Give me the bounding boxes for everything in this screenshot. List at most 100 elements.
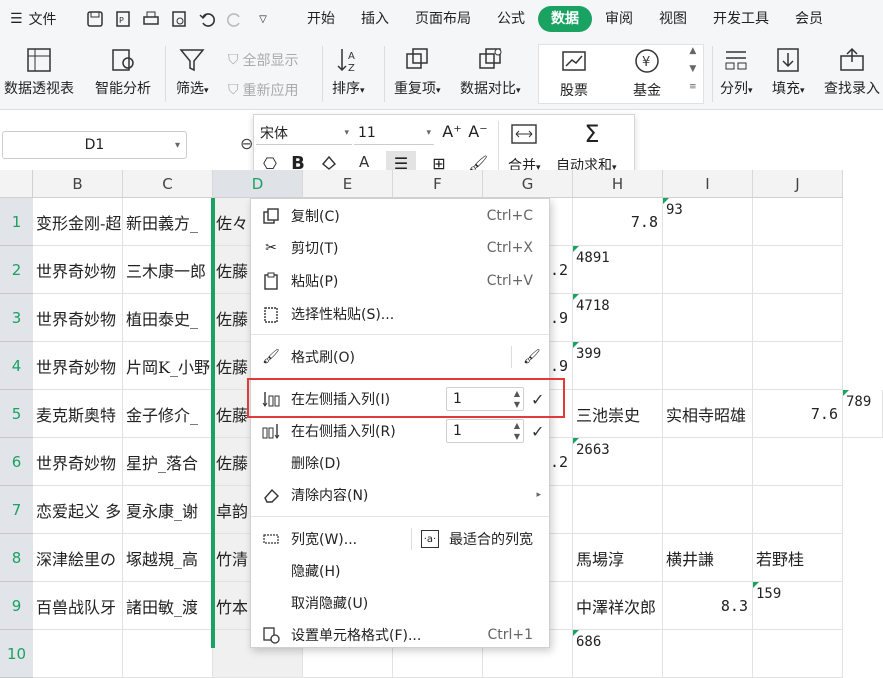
- chevron-up-icon[interactable]: ▲: [514, 388, 520, 399]
- column-header-g[interactable]: G: [483, 170, 573, 198]
- menu-clear-contents[interactable]: 清除内容(N) ▸: [251, 479, 549, 511]
- cell-b4[interactable]: 世界奇妙物: [33, 342, 123, 390]
- cell-j9[interactable]: 159: [753, 582, 843, 630]
- name-box[interactable]: D1 ▾: [2, 131, 187, 159]
- confirm-check-icon[interactable]: ✓: [531, 390, 544, 409]
- cell-c6[interactable]: 星护_落合: [123, 438, 213, 486]
- row-header-2[interactable]: 2: [0, 246, 33, 294]
- column-header-j[interactable]: J: [753, 170, 843, 198]
- cell-h2[interactable]: 4891: [573, 246, 663, 294]
- cell-j6[interactable]: [753, 438, 843, 486]
- cell-c5[interactable]: 金子修介_: [123, 390, 213, 438]
- menu-paste-special[interactable]: 选择性粘贴(S)...: [251, 298, 549, 330]
- cell-b10[interactable]: [33, 630, 123, 678]
- cell-h5[interactable]: 三池崇史: [573, 390, 663, 438]
- column-header-f[interactable]: F: [393, 170, 483, 198]
- cell-h10[interactable]: 686: [573, 630, 663, 678]
- sort-button[interactable]: AZ 排序▾: [332, 44, 365, 98]
- cell-c4[interactable]: 片岡K_小野: [123, 342, 213, 390]
- tab-data[interactable]: 数据: [538, 6, 592, 32]
- cell-j3[interactable]: [753, 294, 843, 342]
- menu-best-fit-width[interactable]: 最适合的列宽: [449, 529, 533, 549]
- insert-right-count-input[interactable]: 1 ▲ ▼: [446, 419, 524, 443]
- cell-h3[interactable]: 4718: [573, 294, 663, 342]
- merge-icon[interactable]: [508, 121, 540, 147]
- cell-b6[interactable]: 世界奇妙物: [33, 438, 123, 486]
- tab-review[interactable]: 审阅: [592, 6, 646, 32]
- cell-c1[interactable]: 新田義方_: [123, 198, 213, 246]
- chevron-down-icon[interactable]: ▼: [514, 431, 520, 442]
- increase-font-icon[interactable]: A⁺: [440, 119, 464, 143]
- row-header-10[interactable]: 10: [0, 630, 33, 678]
- menu-hide[interactable]: 隐藏(H): [251, 555, 549, 587]
- chevron-up-icon[interactable]: ▲: [689, 46, 696, 56]
- cell-i5[interactable]: 实相寺昭雄: [663, 390, 753, 438]
- tab-page-layout[interactable]: 页面布局: [402, 6, 484, 32]
- cell-i2[interactable]: [663, 246, 753, 294]
- undo-icon[interactable]: [196, 8, 218, 30]
- cell-c2[interactable]: 三木康一郎: [123, 246, 213, 294]
- row-header-1[interactable]: 1: [0, 198, 33, 246]
- cell-c7[interactable]: 夏永康_谢: [123, 486, 213, 534]
- cell-i4[interactable]: [663, 342, 753, 390]
- gallery-more-icon[interactable]: ≡: [689, 82, 697, 92]
- cell-h9[interactable]: 中澤祥次郎: [573, 582, 663, 630]
- cell-j10[interactable]: [753, 630, 843, 678]
- menu-insert-column-left[interactable]: 在左侧插入列(I) 1 ▲ ▼ ✓: [251, 383, 549, 415]
- cell-b8[interactable]: 深津絵里の: [33, 534, 123, 582]
- column-header-e[interactable]: E: [303, 170, 393, 198]
- cell-b9[interactable]: 百兽战队牙: [33, 582, 123, 630]
- cell-h8[interactable]: 馬場淳: [573, 534, 663, 582]
- tab-view[interactable]: 视图: [646, 6, 700, 32]
- chevron-down-icon[interactable]: ▽: [252, 8, 274, 30]
- chevron-down-icon[interactable]: ▾: [175, 140, 180, 151]
- export-pdf-icon[interactable]: P: [112, 8, 134, 30]
- tab-member[interactable]: 会员: [782, 6, 836, 32]
- cell-i9[interactable]: 8.3: [663, 582, 753, 630]
- cell-b5[interactable]: 麦克斯奥特: [33, 390, 123, 438]
- gallery-scroll[interactable]: ▲ ▼ ≡: [689, 46, 697, 92]
- menu-unhide[interactable]: 取消隐藏(U): [251, 587, 549, 619]
- confirm-check-icon[interactable]: ✓: [531, 422, 544, 441]
- insert-left-count-input[interactable]: 1 ▲ ▼: [446, 387, 524, 411]
- cell-c8[interactable]: 塚越規_高: [123, 534, 213, 582]
- cell-k5[interactable]: 789: [843, 390, 883, 438]
- cell-h6[interactable]: 2663: [573, 438, 663, 486]
- row-header-8[interactable]: 8: [0, 534, 33, 582]
- data-compare-button[interactable]: 数据对比▾: [460, 44, 521, 98]
- menu-format-painter[interactable]: 🖌 格式刷(O) 🖌: [251, 341, 549, 373]
- cell-i7[interactable]: [663, 486, 753, 534]
- print-icon[interactable]: [140, 8, 162, 30]
- tab-insert[interactable]: 插入: [348, 6, 402, 32]
- row-header-9[interactable]: 9: [0, 582, 33, 630]
- column-header-i[interactable]: I: [663, 170, 753, 198]
- print-preview-icon[interactable]: [168, 8, 190, 30]
- cell-j1[interactable]: [753, 198, 843, 246]
- fill-button[interactable]: 填充▾: [772, 44, 805, 98]
- tab-formulas[interactable]: 公式: [484, 6, 538, 32]
- cell-i1[interactable]: 93: [663, 198, 753, 246]
- menu-delete[interactable]: 删除(D): [251, 447, 549, 479]
- chevron-down-icon[interactable]: ▼: [689, 64, 696, 74]
- column-header-c[interactable]: C: [123, 170, 213, 198]
- cell-b2[interactable]: 世界奇妙物: [33, 246, 123, 294]
- split-column-button[interactable]: 分列▾: [720, 44, 753, 98]
- row-header-5[interactable]: 5: [0, 390, 33, 438]
- column-header-h[interactable]: H: [573, 170, 663, 198]
- menu-column-width[interactable]: 列宽(W)... ·a· 最适合的列宽: [251, 523, 549, 555]
- stock-button[interactable]: 股票: [558, 46, 590, 100]
- row-header-7[interactable]: 7: [0, 486, 33, 534]
- select-all-corner[interactable]: [0, 170, 33, 198]
- column-header-b[interactable]: B: [33, 170, 123, 198]
- menu-insert-column-right[interactable]: 在右侧插入列(R) 1 ▲ ▼ ✓: [251, 415, 549, 447]
- duplicates-button[interactable]: 重复项▾: [394, 44, 441, 98]
- row-header-6[interactable]: 6: [0, 438, 33, 486]
- menu-paste[interactable]: 粘贴(P) Ctrl+V: [251, 265, 549, 297]
- cell-h1[interactable]: 7.8: [573, 198, 663, 246]
- column-header-d[interactable]: D: [213, 170, 303, 198]
- row-header-4[interactable]: 4: [0, 342, 33, 390]
- tab-home[interactable]: 开始: [294, 6, 348, 32]
- cell-i3[interactable]: [663, 294, 753, 342]
- show-all-button[interactable]: ⛉ 全部显示: [228, 50, 299, 70]
- pivot-table-button[interactable]: 数据透视表: [4, 44, 74, 98]
